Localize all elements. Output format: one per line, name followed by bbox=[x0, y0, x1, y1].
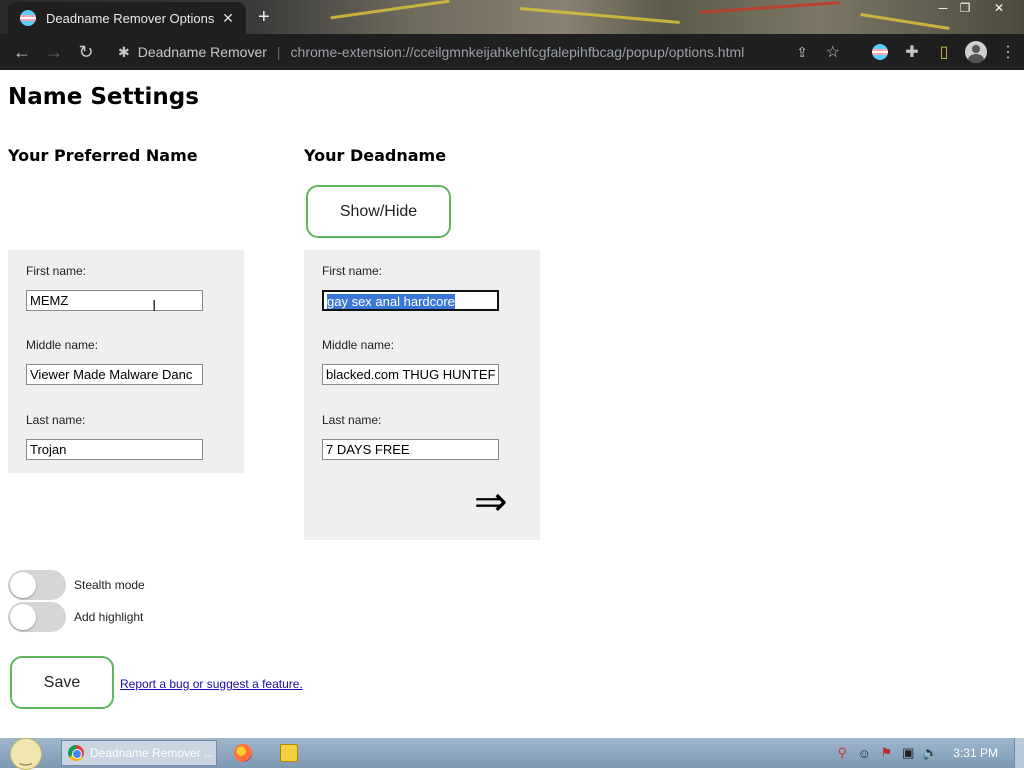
smiley-start-icon bbox=[10, 738, 42, 770]
trans-flag-icon bbox=[20, 10, 36, 26]
preferred-middle-label: Middle name: bbox=[26, 338, 99, 352]
browser-title-bar: Deadname Remover Options ✕ + ─ ❐ ✕ bbox=[0, 0, 1024, 34]
deadname-first-label: First name: bbox=[322, 264, 383, 278]
browser-tab[interactable]: Deadname Remover Options ✕ bbox=[8, 2, 246, 34]
preferred-middle-name-input[interactable]: Viewer Made Malware Danc bbox=[26, 364, 203, 385]
side-panel-icon[interactable]: ▯ bbox=[928, 36, 960, 68]
network-icon[interactable]: ▣ bbox=[897, 742, 919, 764]
deadname-last-label: Last name: bbox=[322, 413, 382, 427]
bookmark-star-icon[interactable]: ☆ bbox=[826, 42, 840, 62]
deadname-first-name-input[interactable]: gay sex anal hardcore bbox=[322, 290, 499, 311]
chrome-icon bbox=[68, 745, 84, 761]
taskbar-chrome-window[interactable]: Deadname Remover ... bbox=[61, 740, 217, 766]
menu-kebab-icon[interactable]: ⋮ bbox=[992, 36, 1024, 68]
preferred-last-label: Last name: bbox=[26, 413, 86, 427]
stealth-mode-toggle-row[interactable]: Stealth mode bbox=[8, 570, 145, 600]
preferred-first-label: First name: bbox=[26, 264, 87, 278]
firefox-icon[interactable] bbox=[234, 744, 252, 762]
extension-icon: ✱ bbox=[118, 43, 130, 60]
forward-icon[interactable]: → bbox=[38, 36, 70, 68]
clock[interactable]: 3:31 PM bbox=[953, 746, 998, 760]
address-separator: | bbox=[276, 44, 281, 60]
extensions-puzzle-icon[interactable]: ✚ bbox=[896, 36, 928, 68]
page-title: Name Settings bbox=[8, 84, 199, 110]
action-center-flag-icon[interactable]: ⚑ bbox=[875, 742, 897, 764]
deadname-middle-name-input[interactable]: blacked.com THUG HUNTEF bbox=[322, 364, 499, 385]
deadname-remover-extension-icon[interactable] bbox=[864, 36, 896, 68]
wallpaper-streak bbox=[520, 7, 680, 24]
add-highlight-toggle[interactable] bbox=[8, 602, 66, 632]
share-icon[interactable]: ⇪ bbox=[796, 44, 808, 61]
report-bug-link[interactable]: Report a bug or suggest a feature. bbox=[120, 677, 303, 691]
smiley-tray-icon[interactable]: ☺ bbox=[853, 742, 875, 764]
folder-icon[interactable] bbox=[280, 744, 298, 762]
volume-icon[interactable]: 🔈 bbox=[919, 742, 941, 764]
tab-title: Deadname Remover Options bbox=[46, 10, 215, 26]
toggle-knob bbox=[10, 604, 36, 630]
show-desktop-button[interactable] bbox=[1014, 738, 1024, 768]
deadname-last-name-input[interactable]: 7 DAYS FREE bbox=[322, 439, 499, 460]
preferred-last-name-input[interactable]: Trojan bbox=[26, 439, 203, 460]
new-tab-icon[interactable]: + bbox=[258, 6, 270, 29]
system-tray: ⚲ ☺ ⚑ ▣ 🔈 3:31 PM bbox=[831, 738, 1024, 768]
deadname-heading: Your Deadname bbox=[304, 146, 447, 165]
preferred-name-heading: Your Preferred Name bbox=[8, 146, 198, 165]
url-text: chrome-extension://cceilgmnkeijahkehfcgf… bbox=[290, 44, 745, 60]
deadname-middle-label: Middle name: bbox=[322, 338, 395, 352]
close-tab-icon[interactable]: ✕ bbox=[218, 10, 238, 27]
start-button[interactable] bbox=[6, 738, 46, 770]
site-name: Deadname Remover bbox=[137, 44, 267, 60]
taskbar: Deadname Remover ... ⚲ ☺ ⚑ ▣ 🔈 3:31 PM bbox=[0, 738, 1024, 770]
toggle-knob bbox=[10, 572, 36, 598]
preferred-first-name-input[interactable]: MEMZ bbox=[26, 290, 203, 311]
right-double-arrow-icon[interactable]: ⇒ bbox=[474, 482, 508, 522]
add-highlight-label: Add highlight bbox=[74, 610, 144, 624]
show-hide-button[interactable]: Show/Hide bbox=[306, 185, 451, 238]
back-icon[interactable]: ← bbox=[6, 36, 38, 68]
address-bar[interactable]: ✱ Deadname Remover | chrome-extension://… bbox=[110, 37, 840, 67]
options-page: Name Settings Your Preferred Name Your D… bbox=[0, 70, 1024, 738]
stealth-mode-label: Stealth mode bbox=[74, 578, 145, 592]
toolbar-actions: ✚ ▯ ⋮ bbox=[864, 34, 1024, 70]
save-button[interactable]: Save bbox=[10, 656, 114, 709]
profile-avatar-icon[interactable] bbox=[960, 36, 992, 68]
search-tray-icon[interactable]: ⚲ bbox=[831, 742, 853, 764]
close-window-icon[interactable]: ✕ bbox=[984, 0, 1014, 16]
text-cursor-icon: I bbox=[152, 298, 157, 315]
reload-icon[interactable]: ↻ bbox=[70, 36, 102, 68]
add-highlight-toggle-row[interactable]: Add highlight bbox=[8, 602, 143, 632]
browser-toolbar: ← → ↻ ✱ Deadname Remover | chrome-extens… bbox=[0, 34, 1024, 70]
stealth-mode-toggle[interactable] bbox=[8, 570, 66, 600]
restore-icon[interactable]: ❐ bbox=[950, 0, 980, 16]
wallpaper-streak bbox=[700, 1, 840, 14]
taskbar-window-label: Deadname Remover ... bbox=[90, 746, 215, 760]
preferred-name-panel: First name: MEMZ Middle name: Viewer Mad… bbox=[8, 250, 244, 473]
wallpaper-streak bbox=[330, 0, 450, 20]
